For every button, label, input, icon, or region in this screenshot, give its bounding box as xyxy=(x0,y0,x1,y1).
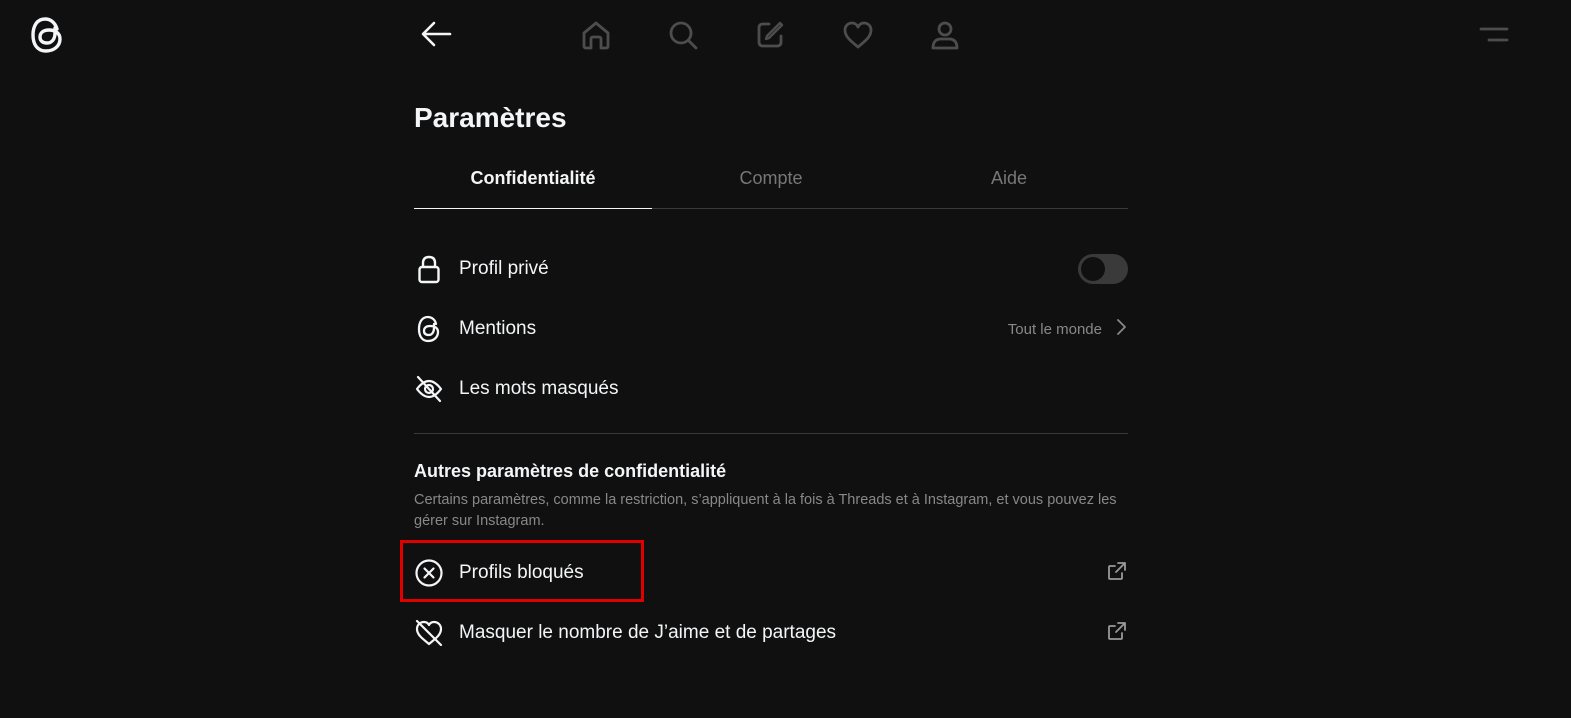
tab-privacy[interactable]: Confidentialité xyxy=(414,148,652,209)
heart-icon[interactable] xyxy=(836,14,880,56)
highlight-box xyxy=(400,540,644,602)
search-icon[interactable] xyxy=(661,14,705,56)
person-icon[interactable] xyxy=(923,14,967,56)
private-profile-toggle[interactable] xyxy=(1078,254,1128,284)
hidden-words-row[interactable]: Les mots masqués xyxy=(414,359,1128,419)
external-link-icon xyxy=(1106,620,1128,647)
home-icon[interactable] xyxy=(574,14,618,56)
other-privacy-description: Certains paramètres, comme la restrictio… xyxy=(414,492,1117,529)
eye-off-icon xyxy=(414,374,444,404)
hide-likes-label: Masquer le nombre de J’aime et de partag… xyxy=(459,622,837,643)
mentions-row[interactable]: Mentions Tout le monde xyxy=(414,299,1128,359)
other-privacy-title: Autres paramètres de confidentialité xyxy=(414,461,727,481)
compose-icon[interactable] xyxy=(748,14,792,56)
private-profile-label: Profil privé xyxy=(459,258,549,279)
external-link-icon xyxy=(1106,560,1128,587)
tab-account[interactable]: Compte xyxy=(652,148,890,208)
settings-tabs: Confidentialité Compte Aide xyxy=(414,148,1128,209)
private-profile-row[interactable]: Profil privé xyxy=(414,239,1128,299)
chevron-right-icon xyxy=(1114,317,1128,341)
threads-logo-icon[interactable] xyxy=(28,14,68,56)
back-arrow-icon[interactable] xyxy=(418,18,454,52)
mentions-value: Tout le monde xyxy=(1007,320,1102,338)
section-divider xyxy=(414,433,1128,434)
lock-icon xyxy=(414,254,444,284)
menu-icon[interactable] xyxy=(1476,20,1512,50)
heart-off-icon xyxy=(414,618,444,648)
threads-icon xyxy=(414,314,444,344)
page-title: Paramètres xyxy=(414,102,567,133)
hidden-words-label: Les mots masqués xyxy=(459,378,619,399)
hide-likes-row[interactable]: Masquer le nombre de J’aime et de partag… xyxy=(414,603,1128,663)
tab-help[interactable]: Aide xyxy=(890,148,1128,208)
mentions-label: Mentions xyxy=(459,318,537,339)
